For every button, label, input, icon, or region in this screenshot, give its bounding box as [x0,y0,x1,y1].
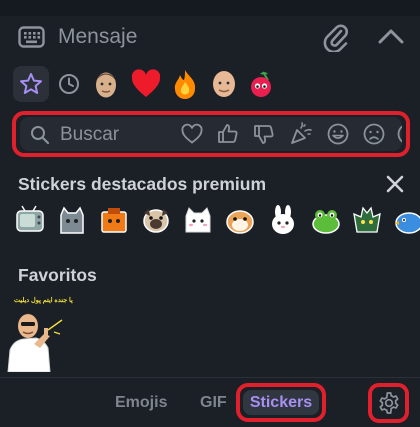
thumbs-down-icon[interactable] [252,122,276,146]
chevron-up-icon[interactable] [377,25,405,49]
sad-icon[interactable] [362,122,386,146]
premium-sticker-row [0,204,420,240]
man-face-emoji[interactable] [90,68,122,100]
premium-stickers-title: Stickers destacados premium [18,174,267,194]
keyboard-icon[interactable] [18,26,45,48]
cat-ghost-sticker[interactable] [57,204,87,236]
bunny-sticker[interactable] [268,204,298,236]
close-icon[interactable] [384,173,406,195]
tab-gif[interactable]: GIF [200,394,227,412]
favorite-sticker-caption: يا جنده ايتم پول ديليت [14,297,73,304]
tab-stickers-highlight: Stickers [236,383,326,422]
favorites-tab-button[interactable] [13,66,49,102]
box-sticker[interactable] [99,204,129,236]
tv-sticker[interactable] [15,204,45,236]
heart-icon[interactable] [180,122,204,146]
smile-icon[interactable] [326,122,350,146]
bat-sticker[interactable] [352,204,382,236]
pug-sticker[interactable] [141,204,171,236]
fire-emoji[interactable] [169,68,201,100]
search-highlight: Buscar [12,111,410,157]
search-icon [31,126,50,145]
attach-icon[interactable] [322,22,350,52]
cherries-emoji[interactable] [246,68,278,100]
recent-tab-button[interactable] [54,68,84,100]
clock-icon [59,74,79,94]
favorite-sticker[interactable] [4,294,78,372]
bottom-tab-bar: Emojis GIF Stickers [0,377,420,427]
message-input[interactable]: Mensaje [58,25,137,49]
favorites-title: Favoritos [18,265,97,285]
angry-icon[interactable] [396,122,402,146]
tab-emojis[interactable]: Emojis [115,394,167,412]
bird-sticker[interactable] [392,204,420,236]
settings-button[interactable] [368,383,409,423]
party-popper-icon[interactable] [289,122,313,146]
message-bar: Mensaje [0,16,420,60]
search-input[interactable]: Buscar [60,124,119,146]
cat-sticker[interactable] [183,204,213,236]
red-heart-emoji[interactable] [130,68,162,100]
recent-emoji-row [0,64,420,106]
bald-man-emoji[interactable] [208,68,240,100]
hamster-sticker[interactable] [225,204,255,236]
gear-icon [378,392,399,414]
frog-sticker[interactable] [311,204,341,236]
search-bar[interactable]: Buscar [20,117,402,151]
tab-stickers-label: Stickers [249,393,313,411]
tab-stickers[interactable]: Stickers [243,390,319,415]
star-icon [20,73,42,94]
thumbs-up-icon[interactable] [216,122,240,146]
top-strip [0,0,420,16]
